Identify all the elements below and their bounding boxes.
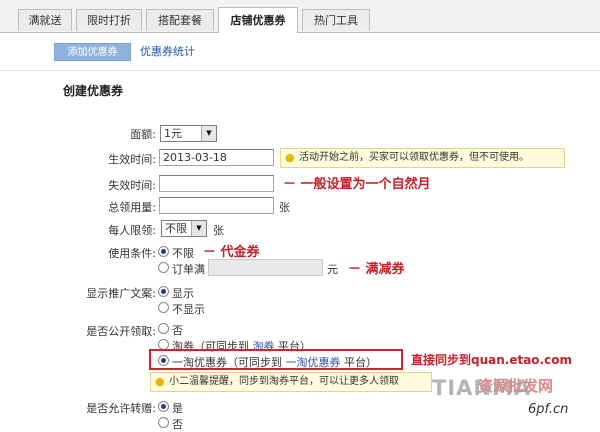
watermark-resource-site: 资源批发网 bbox=[478, 377, 554, 395]
lightbulb-icon: ● bbox=[155, 375, 165, 388]
sync-quan-etao-annotation: 直接同步到quan.etao.com bbox=[411, 353, 572, 367]
tab-full-gift[interactable]: 满就送 bbox=[18, 9, 72, 31]
chevron-down-icon: ▼ bbox=[191, 221, 206, 236]
yitao-sync-tip: ● 小二温馨提醒，同步到淘券平台，可以让更多人领取 bbox=[150, 372, 432, 392]
lightbulb-icon: ● bbox=[285, 151, 295, 164]
total-quantity-input[interactable] bbox=[159, 197, 274, 214]
voucher-annotation: － 代金券 bbox=[203, 245, 260, 260]
transfer-label: 是否允许转赠: bbox=[86, 402, 156, 415]
condition-min-radio[interactable] bbox=[158, 262, 169, 273]
yitao-coupon-option: 一淘优惠券（可同步到 一淘优惠券 平台） bbox=[172, 354, 377, 370]
condition-min-label: 订单满 bbox=[172, 263, 205, 276]
amount-value: 1元 bbox=[164, 127, 182, 140]
transfer-yes-label: 是 bbox=[172, 402, 183, 415]
condition-label: 使用条件: bbox=[108, 247, 156, 260]
total-quantity-label: 总领用量: bbox=[108, 201, 156, 214]
page-title: 创建优惠券 bbox=[63, 84, 124, 98]
threshold-coupon-annotation: － 满减券 bbox=[348, 262, 405, 277]
yitao-option-prefix: 一淘优惠券（可同步到 bbox=[172, 356, 286, 369]
add-coupon-button[interactable]: 添加优惠券 bbox=[54, 43, 131, 61]
per-person-label: 每人限领: bbox=[108, 224, 156, 237]
total-quantity-unit: 张 bbox=[279, 201, 290, 214]
promo-hide-radio[interactable] bbox=[158, 302, 169, 313]
yitao-coupon-radio[interactable] bbox=[158, 355, 169, 366]
tab-hot-tools[interactable]: 热门工具 bbox=[302, 9, 370, 31]
tab-combo-package[interactable]: 搭配套餐 bbox=[146, 9, 214, 31]
yitao-sync-tip-text: 小二温馨提醒，同步到淘券平台，可以让更多人领取 bbox=[169, 376, 399, 387]
public-claim-label: 是否公开领取: bbox=[86, 325, 156, 338]
yitao-coupon-link[interactable]: 一淘优惠券 bbox=[286, 356, 341, 369]
promo-hide-label: 不显示 bbox=[172, 303, 205, 316]
amount-label: 面额: bbox=[130, 128, 156, 141]
promo-show-label: 显示 bbox=[172, 287, 194, 300]
watermark-6pf: 6pf.cn bbox=[528, 402, 569, 417]
start-time-input[interactable]: 2013-03-18 bbox=[159, 149, 274, 166]
yitao-option-suffix: 平台） bbox=[340, 356, 377, 369]
coupon-stats-link[interactable]: 优惠券统计 bbox=[140, 43, 195, 61]
condition-none-label: 不限 bbox=[172, 247, 194, 260]
end-time-label: 失效时间: bbox=[108, 179, 156, 192]
transfer-yes-radio[interactable] bbox=[158, 401, 169, 412]
end-time-annotation: － 一般设置为一个自然月 bbox=[283, 177, 431, 192]
min-order-unit: 元 bbox=[327, 263, 338, 276]
transfer-no-radio[interactable] bbox=[158, 417, 169, 428]
start-time-label: 生效时间: bbox=[108, 153, 156, 166]
per-person-unit: 张 bbox=[213, 224, 224, 237]
start-time-tip: ● 活动开始之前，买家可以领取优惠券，但不可使用。 bbox=[280, 148, 565, 168]
amount-select[interactable]: 1元 ▼ bbox=[160, 125, 217, 142]
promo-text-label: 显示推广文案: bbox=[86, 287, 156, 300]
transfer-no-label: 否 bbox=[172, 418, 183, 431]
chevron-down-icon: ▼ bbox=[201, 126, 216, 141]
tab-flash-discount[interactable]: 限时打折 bbox=[76, 9, 142, 31]
tab-store-coupon[interactable]: 店铺优惠券 bbox=[218, 7, 298, 33]
public-no-radio[interactable] bbox=[158, 323, 169, 334]
promo-show-radio[interactable] bbox=[158, 286, 169, 297]
per-person-select[interactable]: 不限 ▼ bbox=[161, 220, 207, 237]
min-order-input[interactable] bbox=[208, 259, 323, 276]
end-time-input[interactable] bbox=[159, 175, 274, 192]
condition-none-radio[interactable] bbox=[158, 246, 169, 257]
start-time-tip-text: 活动开始之前，买家可以领取优惠券，但不可使用。 bbox=[299, 152, 529, 163]
per-person-value: 不限 bbox=[165, 222, 187, 235]
public-no-label: 否 bbox=[172, 324, 183, 337]
